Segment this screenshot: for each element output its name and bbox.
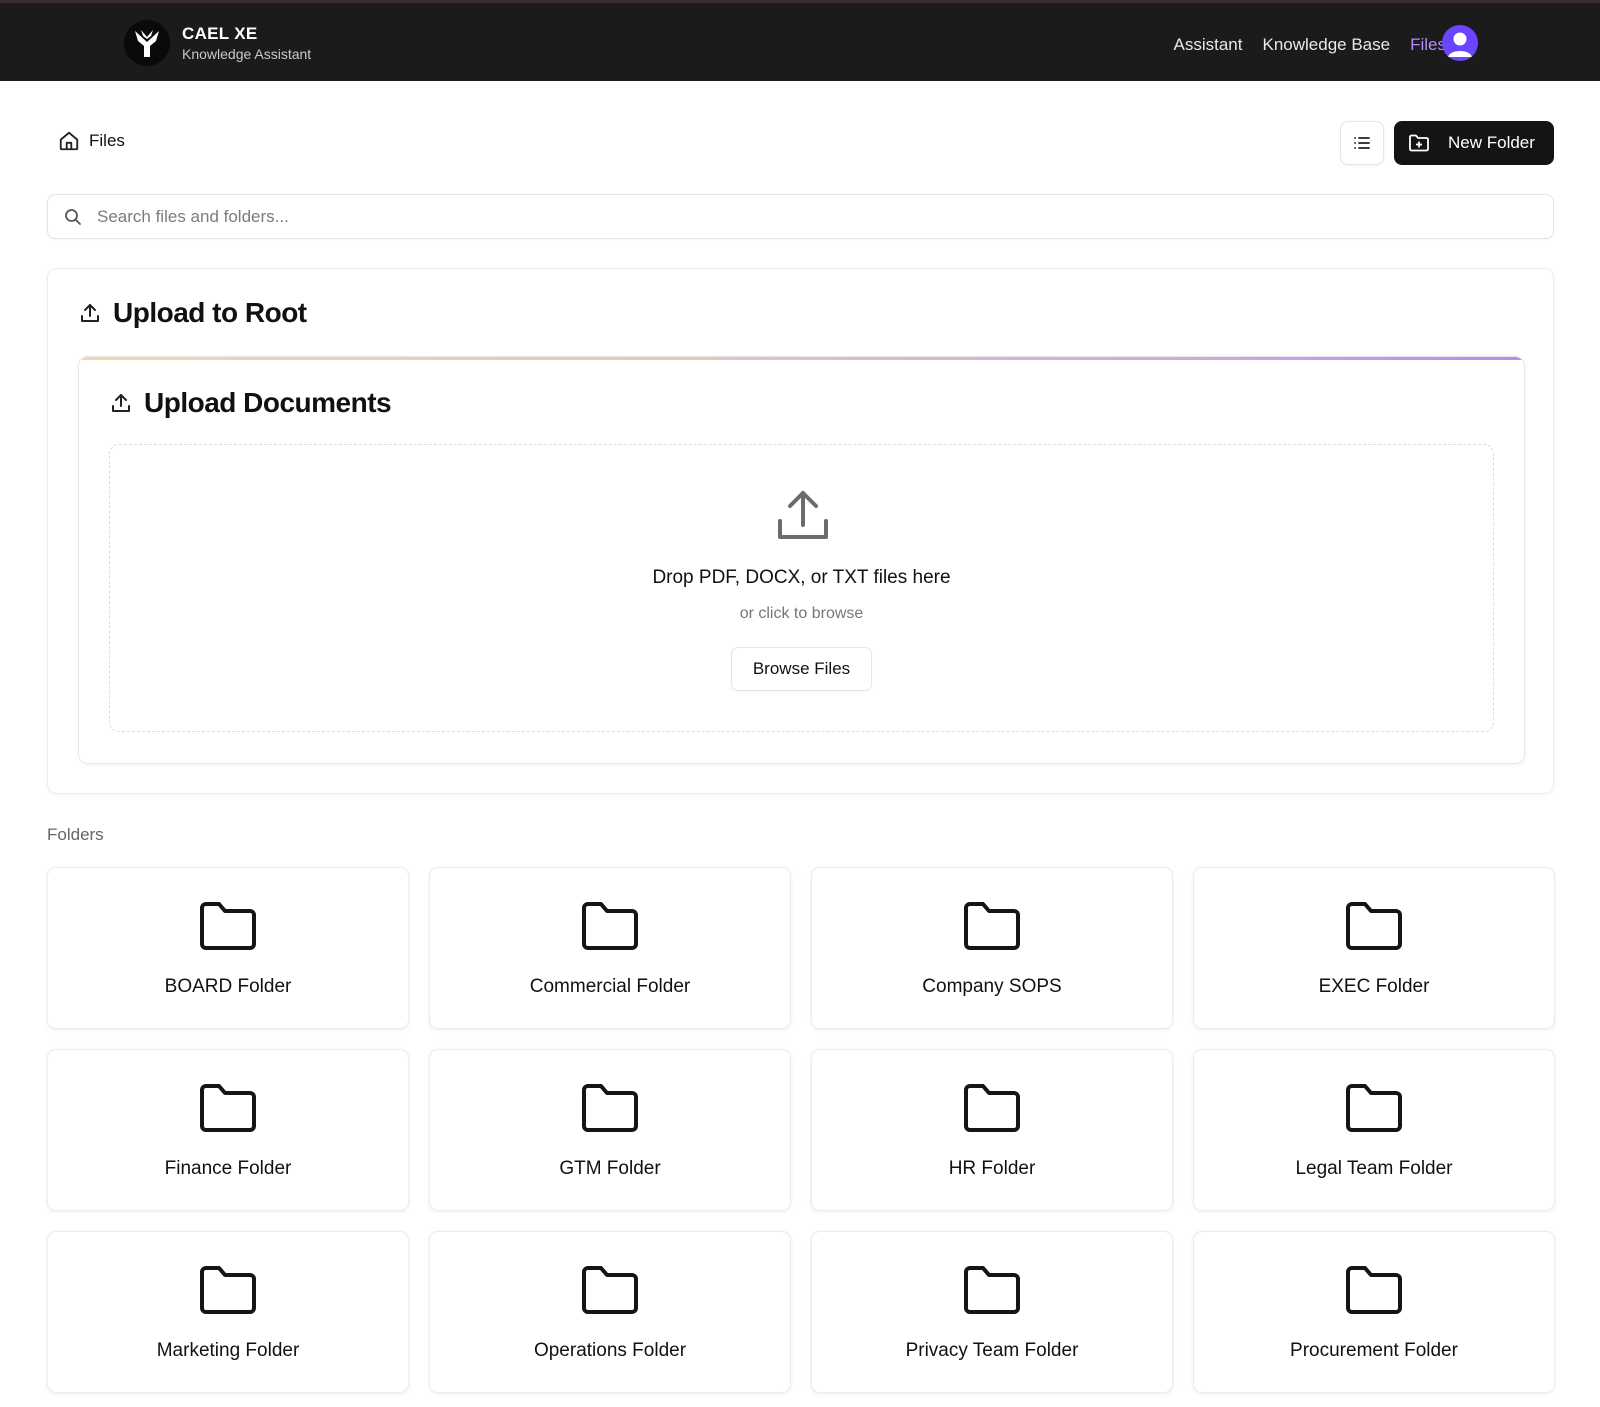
folder-name: Privacy Team Folder <box>905 1340 1079 1361</box>
breadcrumb-label: Files <box>89 131 125 150</box>
folder-name: Legal Team Folder <box>1295 1158 1453 1179</box>
folder-card[interactable]: Marketing Folder <box>47 1231 409 1393</box>
dropzone-instructions: Drop PDF, DOCX, or TXT files here <box>652 567 951 588</box>
folder-name: Finance Folder <box>164 1158 292 1179</box>
search-bar <box>47 194 1554 239</box>
nav-assistant[interactable]: Assistant <box>1174 27 1243 63</box>
file-dropzone[interactable]: Drop PDF, DOCX, or TXT files here or cli… <box>109 444 1494 732</box>
browse-files-button[interactable]: Browse Files <box>731 647 872 691</box>
folder-icon <box>582 1266 638 1314</box>
dropzone-subtext: or click to browse <box>739 605 864 622</box>
list-icon <box>1354 137 1370 149</box>
folder-grid: BOARD Folder Commercial Folder Company SOP… <box>47 867 1555 1393</box>
folder-icon <box>582 902 638 950</box>
user-icon <box>1448 32 1472 57</box>
folder-icon <box>200 1266 256 1314</box>
brand-logo-icon <box>124 20 170 66</box>
folder-card[interactable]: Procurement Folder <box>1193 1231 1555 1393</box>
brand-subtitle: Knowledge Assistant <box>182 46 312 62</box>
folder-name: Marketing Folder <box>156 1340 300 1361</box>
breadcrumb[interactable]: Files <box>58 130 125 152</box>
folder-name: HR Folder <box>948 1158 1036 1179</box>
upload-documents-title-text: Upload Documents <box>144 387 392 418</box>
folder-card[interactable]: Legal Team Folder <box>1193 1049 1555 1211</box>
folder-icon <box>1346 902 1402 950</box>
folder-name: Procurement Folder <box>1290 1340 1458 1361</box>
folder-card[interactable]: BOARD Folder <box>47 867 409 1029</box>
folder-card[interactable]: EXEC Folder <box>1193 867 1555 1029</box>
main-nav: Assistant Knowledge Base Files <box>1154 27 1446 63</box>
upload-arrow-icon <box>778 491 828 539</box>
folder-icon <box>964 1084 1020 1132</box>
folder-card[interactable]: HR Folder <box>811 1049 1173 1211</box>
upload-card-title-text: Upload to Root <box>113 297 307 328</box>
brand[interactable]: CAEL XE Knowledge Assistant <box>124 20 311 66</box>
folder-icon <box>200 902 256 950</box>
home-icon <box>59 131 79 151</box>
upload-icon <box>112 394 130 412</box>
folder-plus-icon <box>1409 134 1429 152</box>
folder-card[interactable]: GTM Folder <box>429 1049 791 1211</box>
folder-card[interactable]: Company SOPS <box>811 867 1173 1029</box>
folder-card[interactable]: Privacy Team Folder <box>811 1231 1173 1393</box>
folder-name: Company SOPS <box>922 976 1062 997</box>
upload-documents-panel: Upload Documents Drop PDF, DOCX, or TXT … <box>78 356 1525 764</box>
brand-name: CAEL XE <box>182 24 258 43</box>
nav-knowledge-base[interactable]: Knowledge Base <box>1263 27 1391 63</box>
folder-name: BOARD Folder <box>164 976 292 997</box>
upload-card: Upload to Root Upload Documents Drop PDF… <box>47 268 1554 794</box>
folder-card[interactable]: Commercial Folder <box>429 867 791 1029</box>
folders-section-label: Folders <box>47 825 104 844</box>
folder-name: EXEC Folder <box>1318 976 1430 997</box>
folder-icon <box>582 1084 638 1132</box>
folder-icon <box>200 1084 256 1132</box>
upload-icon <box>81 304 99 322</box>
new-folder-label: New Folder <box>1448 133 1535 152</box>
upload-card-title: Upload to Root <box>78 297 307 329</box>
folder-icon <box>964 902 1020 950</box>
folder-icon <box>964 1266 1020 1314</box>
folder-name: Commercial Folder <box>529 976 691 997</box>
list-view-button[interactable] <box>1340 121 1384 165</box>
accent-gradient-bar <box>79 357 1524 360</box>
new-folder-button[interactable]: New Folder <box>1394 121 1554 165</box>
folder-name: Operations Folder <box>533 1340 687 1361</box>
folder-icon <box>1346 1084 1402 1132</box>
folder-card[interactable]: Operations Folder <box>429 1231 791 1393</box>
folder-card[interactable]: Finance Folder <box>47 1049 409 1211</box>
folder-name: GTM Folder <box>559 1158 661 1179</box>
upload-documents-title: Upload Documents <box>109 387 392 419</box>
top-navigation-bar: CAEL XE Knowledge Assistant Assistant Kn… <box>0 0 1600 81</box>
nav-files[interactable]: Files <box>1410 27 1446 63</box>
search-input[interactable] <box>97 206 1497 227</box>
folder-icon <box>1346 1266 1402 1314</box>
search-icon <box>65 208 81 225</box>
user-avatar[interactable] <box>1442 25 1478 61</box>
